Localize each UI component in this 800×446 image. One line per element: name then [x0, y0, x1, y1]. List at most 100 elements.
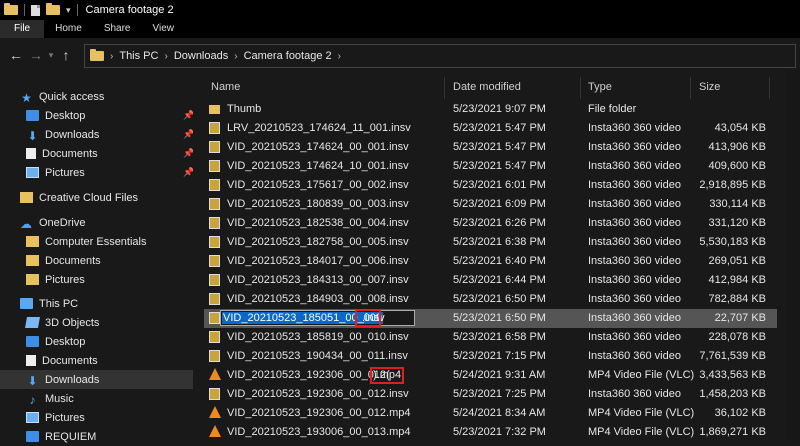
chevron-down-icon[interactable]: ▾: [66, 5, 71, 16]
column-divider[interactable]: [580, 77, 581, 99]
breadcrumb-camera-footage-2[interactable]: Camera footage 2: [244, 50, 332, 62]
annotation-highlight-box: ).mp4: [370, 367, 405, 384]
column-header-size[interactable]: Size: [699, 81, 720, 93]
table-row[interactable]: VID_20210523_192306_00_012.mp4 5/24/2021 …: [204, 404, 777, 423]
pictures-icon: [26, 167, 39, 178]
file-type: Insta360 360 video: [588, 217, 681, 229]
file-date-modified: 5/23/2021 6:50 PM: [453, 312, 546, 324]
table-row[interactable]: VID_20210523_175617_00_002.insv 5/23/2021…: [204, 176, 777, 195]
table-row[interactable]: VID_20210523_174624_10_001.insv 5/23/2021…: [204, 157, 777, 176]
column-divider[interactable]: [769, 77, 770, 99]
chevron-right-icon[interactable]: ›: [234, 51, 237, 62]
table-row[interactable]: VID_20210523_184017_00_006.insv 5/23/2021…: [204, 252, 777, 271]
breadcrumb-downloads[interactable]: Downloads: [174, 50, 228, 62]
video-file-icon: [209, 217, 220, 229]
address-bar[interactable]: › This PC › Downloads › Camera footage 2…: [84, 44, 796, 68]
file-name: VID_20210523_192306_00_012.mp4: [227, 407, 411, 419]
column-header-type[interactable]: Type: [588, 81, 612, 93]
table-row[interactable]: VID_20210523_180839_00_003.insv 5/23/2021…: [204, 195, 777, 214]
tab-file[interactable]: File: [0, 20, 45, 38]
star-icon: ★: [21, 91, 32, 105]
chevron-right-icon[interactable]: ›: [338, 51, 341, 62]
file-date-modified: 5/23/2021 6:58 PM: [453, 331, 546, 343]
file-date-modified: 5/23/2021 6:44 PM: [453, 274, 546, 286]
up-arrow-icon[interactable]: ↑: [56, 47, 76, 63]
file-date-modified: 5/23/2021 5:47 PM: [453, 122, 546, 134]
table-row[interactable]: VID_20210523_184313_00_007.insv 5/23/2021…: [204, 271, 777, 290]
sidebar-item-pc-pictures[interactable]: Pictures: [0, 408, 193, 427]
video-file-icon: [209, 160, 220, 172]
file-list-pane: Name Date modified Type Size Thumb 5/23/2…: [193, 69, 800, 441]
vertical-scrollbar[interactable]: [786, 69, 800, 441]
file-name: LRV_20210523_174624_11_001.insv: [227, 122, 411, 134]
table-row[interactable]: LRV_20210523_174624_11_001.insv 5/23/2021…: [204, 119, 777, 138]
file-name: VID_20210523_193006_00_013.mp4: [227, 426, 411, 438]
column-divider[interactable]: [690, 77, 691, 99]
sidebar-item-documents[interactable]: Documents 📌: [0, 144, 194, 163]
recent-locations-chevron-icon[interactable]: ▾: [46, 50, 56, 61]
chevron-right-icon[interactable]: ›: [110, 51, 113, 62]
sidebar-item-pc-documents[interactable]: Documents: [0, 351, 193, 370]
sidebar-item-pictures[interactable]: Pictures 📌: [0, 163, 194, 182]
file-size: 412,984 KB: [708, 274, 767, 286]
tab-view[interactable]: View: [142, 20, 186, 38]
file-type: Insta360 360 video: [588, 160, 681, 172]
vlc-cone-icon: [209, 368, 221, 380]
properties-icon[interactable]: [31, 4, 40, 16]
file-type: Insta360 360 video: [588, 331, 681, 343]
sidebar-item-music[interactable]: ♪ Music: [0, 389, 193, 408]
separator: [76, 4, 78, 16]
file-name: VID_20210523_185819_00_010.insv: [227, 331, 409, 343]
table-row[interactable]: VID_20210523_185819_00_010.insv 5/23/2021…: [204, 328, 777, 347]
table-row[interactable]: VID_20210523_193006_00_013.mp4 5/23/2021 …: [204, 423, 777, 442]
sidebar-item-requiem[interactable]: REQUIEM: [0, 427, 193, 446]
file-date-modified: 5/23/2021 6:40 PM: [453, 255, 546, 267]
file-type: Insta360 360 video: [588, 179, 681, 191]
breadcrumb-this-pc[interactable]: This PC: [119, 50, 158, 62]
column-divider[interactable]: [444, 77, 445, 99]
tab-share[interactable]: Share: [93, 20, 142, 38]
vlc-cone-icon: [209, 406, 221, 418]
sidebar-item-quick-access[interactable]: ★ Quick access: [0, 87, 213, 106]
back-arrow-icon[interactable]: ←: [6, 47, 26, 63]
file-type: MP4 Video File (VLC): [588, 369, 695, 381]
file-size: 413,906 KB: [708, 141, 767, 153]
sidebar-item-pc-downloads[interactable]: ⬇ Downloads: [0, 370, 193, 389]
sidebar-item-desktop[interactable]: Desktop 📌: [0, 106, 194, 125]
window-title: Camera footage 2: [85, 4, 174, 16]
file-size: 36,102 KB: [714, 407, 766, 419]
table-row[interactable]: VID_20210523_192306_00_012.insv 5/23/2021…: [204, 385, 777, 404]
file-size: 5,530,183 KB: [699, 236, 766, 248]
folder-icon: [20, 192, 33, 203]
table-row[interactable]: VID_20210523_184903_00_008.insv 5/23/2021…: [204, 290, 777, 309]
table-row[interactable]: VID_20210523_185051_00_009 .insv 5/23/2021…: [204, 309, 777, 328]
chevron-right-icon[interactable]: ›: [164, 51, 167, 62]
table-row[interactable]: VID_20210523_174624_00_001.insv 5/23/2021…: [204, 138, 777, 157]
sidebar-item-onedrive[interactable]: ☁ OneDrive: [0, 213, 193, 232]
sidebar-item-downloads[interactable]: ⬇ Downloads 📌: [0, 125, 194, 144]
file-name: VID_20210523_180839_00_003.insv: [227, 198, 409, 210]
file-name: VID_20210523_175617_00_002.insv: [227, 179, 409, 191]
sidebar-item-creative-cloud-files[interactable]: Creative Cloud Files: [0, 188, 193, 207]
sidebar-item-3d-objects[interactable]: 3D Objects: [0, 313, 193, 332]
sidebar-item-onedrive-documents[interactable]: Documents: [0, 251, 193, 270]
column-header-name[interactable]: Name: [211, 81, 240, 93]
file-date-modified: 5/23/2021 7:25 PM: [453, 388, 546, 400]
folder-icon: [26, 236, 39, 247]
table-row[interactable]: VID_20210523_182758_00_005.insv 5/23/2021…: [204, 233, 777, 252]
table-row[interactable]: Thumb 5/23/2021 9:07 PM File folder: [204, 100, 777, 119]
table-row[interactable]: VID_20210523_192306_00_012().mp4 5/24/202…: [204, 366, 777, 385]
column-header-date[interactable]: Date modified: [453, 81, 521, 93]
sidebar-item-computer-essentials[interactable]: Computer Essentials: [0, 232, 193, 251]
new-folder-icon[interactable]: [46, 3, 60, 15]
sidebar-item-this-pc[interactable]: This PC: [0, 294, 193, 313]
table-row[interactable]: VID_20210523_182538_00_004.insv 5/23/2021…: [204, 214, 777, 233]
forward-arrow-icon[interactable]: →: [26, 47, 46, 63]
sidebar-item-onedrive-pictures[interactable]: Pictures: [0, 270, 193, 289]
sidebar-item-pc-desktop[interactable]: Desktop: [0, 332, 193, 351]
tab-home[interactable]: Home: [44, 20, 93, 38]
rename-field[interactable]: VID_20210523_185051_00_009 .insv: [220, 310, 415, 326]
file-type: Insta360 360 video: [588, 255, 681, 267]
table-row[interactable]: VID_20210523_190434_00_011.insv 5/23/2021…: [204, 347, 777, 366]
file-size: 22,707 KB: [714, 312, 766, 324]
